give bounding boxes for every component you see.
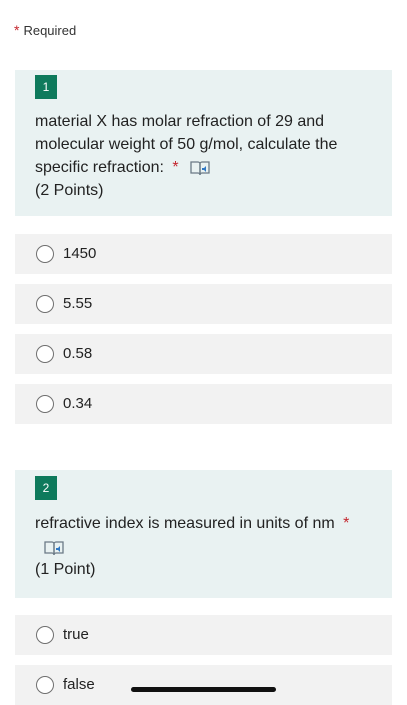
radio-button[interactable] — [36, 295, 54, 313]
radio-button[interactable] — [36, 345, 54, 363]
option-label: 0.34 — [63, 395, 93, 412]
required-label: Required — [23, 23, 77, 38]
option-label: 1450 — [63, 245, 97, 262]
radio-button[interactable] — [36, 626, 54, 644]
radio-button[interactable] — [36, 245, 54, 263]
option-label: false — [63, 676, 95, 693]
question-text-2: refractive index is measured in units of… — [35, 512, 376, 581]
option-q2-2[interactable]: false — [15, 665, 392, 705]
option-label: 0.58 — [63, 345, 93, 362]
required-note: * Required — [14, 22, 76, 38]
question-number-2: 2 — [35, 476, 57, 500]
option-q1-2[interactable]: 5.55 — [15, 284, 392, 324]
option-label: 5.55 — [63, 295, 93, 312]
radio-button[interactable] — [36, 676, 54, 694]
immersive-reader-icon[interactable] — [43, 539, 65, 557]
question-card-1: 1 material X has molar refraction of 29 … — [15, 70, 392, 216]
radio-button[interactable] — [36, 395, 54, 413]
question-prompt-1: material X has molar refraction of 29 an… — [35, 113, 338, 176]
option-q1-4[interactable]: 0.34 — [15, 384, 392, 424]
option-q1-1[interactable]: 1450 — [15, 234, 392, 274]
required-star: * — [14, 22, 20, 38]
home-indicator[interactable] — [131, 687, 276, 692]
immersive-reader-icon[interactable] — [189, 159, 211, 177]
question-required-star-1: * — [172, 159, 179, 176]
option-q1-3[interactable]: 0.58 — [15, 334, 392, 374]
question-number-1: 1 — [35, 75, 57, 99]
question-card-2: 2 refractive index is measured in units … — [15, 470, 392, 598]
option-q2-1[interactable]: true — [15, 615, 392, 655]
question-points-1: (2 Points) — [35, 182, 104, 199]
question-required-star-2: * — [343, 515, 350, 532]
question-text-1: material X has molar refraction of 29 an… — [35, 110, 376, 202]
question-points-2: (1 Point) — [35, 561, 96, 578]
option-label: true — [63, 626, 89, 643]
question-prompt-2: refractive index is measured in units of… — [35, 515, 335, 532]
